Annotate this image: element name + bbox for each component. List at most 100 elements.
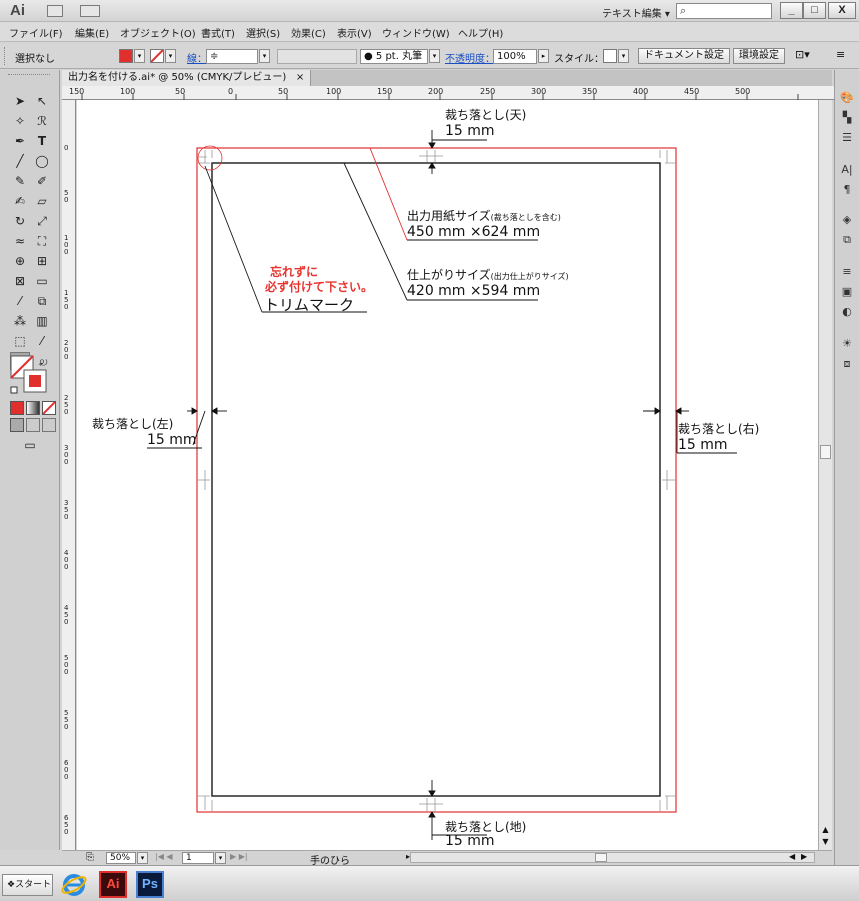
menu-window[interactable]: ウィンドウ(W) xyxy=(382,25,450,40)
color-mode-icon[interactable] xyxy=(10,401,24,415)
opacity-field[interactable]: 100% xyxy=(493,49,537,64)
stroke-label[interactable]: 線： xyxy=(187,50,207,65)
artboard-tool-icon[interactable]: ⬚ xyxy=(10,332,30,350)
zoom-dropdown[interactable]: ▾ xyxy=(137,852,148,864)
scale-tool-icon[interactable]: ⤢ xyxy=(32,212,52,230)
maximize-button[interactable]: □ xyxy=(803,2,826,19)
artboard-number-field[interactable]: 1 xyxy=(182,852,214,864)
zoom-field[interactable]: 50% xyxy=(106,852,136,864)
internet-explorer-icon[interactable] xyxy=(60,871,88,898)
selection-tool-icon[interactable]: ➤ xyxy=(10,92,30,110)
style-dropdown[interactable]: ▾ xyxy=(618,49,629,63)
graphic-styles-panel-icon[interactable]: ⧈ xyxy=(839,356,855,372)
menu-edit[interactable]: 編集(E) xyxy=(75,25,109,40)
gradient-mode-icon[interactable] xyxy=(26,401,40,415)
scroll-left-icon[interactable]: ◀ xyxy=(789,852,795,861)
workspace-switcher[interactable]: テキスト編集 ▾ xyxy=(602,5,670,20)
photoshop-taskbar-button[interactable]: Ps xyxy=(136,871,164,898)
artboard-canvas[interactable]: 裁ち落とし(天) 15 mm 出力用紙サイズ(裁ち落としを含む) 450 mm … xyxy=(77,100,818,850)
preferences-button[interactable]: 環境設定 xyxy=(733,48,785,64)
menu-file[interactable]: ファイル(F) xyxy=(9,25,63,40)
arrange-documents-icon[interactable] xyxy=(80,5,100,17)
help-search-input[interactable]: ⌕ xyxy=(676,3,772,19)
menu-select[interactable]: 選択(S) xyxy=(246,25,280,40)
horizontal-scrollbar[interactable]: ◀ ▶ xyxy=(410,852,815,863)
menu-object[interactable]: オブジェクト(O) xyxy=(120,25,196,40)
swatches-panel-icon[interactable]: ▚ xyxy=(839,110,855,126)
panel-menu-icon[interactable]: ≡ xyxy=(836,48,845,62)
slice-tool-icon[interactable]: ⁄ xyxy=(32,332,52,350)
ellipse-tool-icon[interactable]: ◯ xyxy=(32,152,52,170)
direct-selection-tool-icon[interactable]: ↖ xyxy=(32,92,52,110)
align-icon[interactable]: ⊡▾ xyxy=(795,48,810,62)
scroll-up-icon[interactable]: ▲ xyxy=(820,825,831,835)
color-panel-icon[interactable]: 🎨 xyxy=(839,90,855,106)
horizontal-ruler[interactable]: 150 100 50 0 50 100 150 200 250 300 350 … xyxy=(62,86,834,100)
illustrator-taskbar-button[interactable]: Ai xyxy=(99,871,127,898)
shape-builder-tool-icon[interactable]: ⊕ xyxy=(10,252,30,270)
paragraph-panel-icon[interactable]: ¶ xyxy=(839,182,855,198)
none-mode-icon[interactable] xyxy=(42,401,56,415)
transparency-panel-icon[interactable]: ◐ xyxy=(839,304,855,320)
column-graph-tool-icon[interactable]: ▥ xyxy=(32,312,52,330)
next-artboard-icon[interactable]: ▶ ▶| xyxy=(230,852,248,861)
pencil-tool-icon[interactable]: ✐ xyxy=(32,172,52,190)
vertical-ruler[interactable]: 0 50 100 150 200 250 300 350 400 450 500… xyxy=(62,100,76,850)
minimize-button[interactable]: _ xyxy=(780,2,803,19)
rotate-tool-icon[interactable]: ↻ xyxy=(10,212,30,230)
artboard-dropdown[interactable]: ▾ xyxy=(215,852,226,864)
opacity-dropdown[interactable]: ▸ xyxy=(538,49,549,63)
blend-tool-icon[interactable]: ⧉ xyxy=(32,292,52,310)
document-setup-button[interactable]: ドキュメント設定 xyxy=(638,48,730,64)
draw-normal-icon[interactable] xyxy=(10,418,24,432)
magic-wand-tool-icon[interactable]: ✧ xyxy=(10,112,30,130)
eraser-tool-icon[interactable]: ▱ xyxy=(32,192,52,210)
vertical-scrollbar[interactable]: ▲ ▼ xyxy=(818,100,832,850)
line-tool-icon[interactable]: ╱ xyxy=(10,152,30,170)
type-tool-icon[interactable]: T xyxy=(32,132,52,150)
status-doc-icon[interactable]: ⎘ xyxy=(86,852,94,863)
screen-mode-icon[interactable]: ▭ xyxy=(20,436,40,454)
first-artboard-icon[interactable]: |◀ ◀ xyxy=(155,852,173,861)
warp-tool-icon[interactable]: ≈ xyxy=(10,232,30,250)
menu-help[interactable]: ヘルプ(H) xyxy=(458,25,503,40)
close-button[interactable]: X xyxy=(828,2,856,19)
document-tab[interactable]: 出力名を付ける.ai* @ 50% (CMYK/プレビュー) × xyxy=(62,70,312,86)
eyedropper-tool-icon[interactable]: ⁄ xyxy=(10,292,30,310)
symbol-sprayer-tool-icon[interactable]: ⁂ xyxy=(10,312,30,330)
stroke-weight-field[interactable]: ≑ xyxy=(206,49,258,64)
graphic-style-swatch[interactable] xyxy=(603,49,617,63)
stroke-panel-icon[interactable]: ≡ xyxy=(839,264,855,280)
fill-swatch[interactable] xyxy=(119,49,133,63)
free-transform-tool-icon[interactable]: ⛶ xyxy=(32,232,52,250)
scroll-down-icon[interactable]: ▼ xyxy=(820,837,831,847)
stroke-weight-dropdown[interactable]: ▾ xyxy=(259,49,270,63)
fill-dropdown[interactable]: ▾ xyxy=(134,49,145,63)
variable-width-profile[interactable] xyxy=(277,49,357,64)
pen-tool-icon[interactable]: ✒ xyxy=(10,132,30,150)
appearance-panel-icon[interactable]: ☀ xyxy=(839,336,855,352)
lasso-tool-icon[interactable]: ℛ xyxy=(32,112,52,130)
brush-dropdown[interactable]: ▾ xyxy=(429,49,440,63)
artboards-panel-icon[interactable]: ⧉ xyxy=(839,232,855,248)
gradient-tool-icon[interactable]: ▭ xyxy=(32,272,52,290)
horizontal-scroll-thumb[interactable] xyxy=(595,853,607,862)
vertical-scroll-thumb[interactable] xyxy=(820,445,831,459)
menu-effect[interactable]: 効果(C) xyxy=(291,25,326,40)
draw-inside-icon[interactable] xyxy=(42,418,56,432)
blob-brush-tool-icon[interactable]: ✍ xyxy=(10,192,30,210)
brush-definition[interactable]: ● 5 pt. 丸筆 xyxy=(360,49,428,64)
stroke-dropdown[interactable]: ▾ xyxy=(165,49,176,63)
bridge-icon[interactable] xyxy=(47,5,63,17)
perspective-grid-tool-icon[interactable]: ⊞ xyxy=(32,252,52,270)
opacity-label[interactable]: 不透明度： xyxy=(445,50,495,65)
scroll-right-icon[interactable]: ▶ xyxy=(801,852,807,861)
menu-view[interactable]: 表示(V) xyxy=(337,25,372,40)
layers-panel-icon[interactable]: ◈ xyxy=(839,212,855,228)
brushes-panel-icon[interactable]: ☰ xyxy=(839,130,855,146)
mesh-tool-icon[interactable]: ⊠ xyxy=(10,272,30,290)
start-button[interactable]: ❖スタート xyxy=(2,874,53,896)
fill-stroke-widget[interactable]: ⤾ xyxy=(10,354,50,402)
tab-close-icon[interactable]: × xyxy=(296,72,304,83)
paintbrush-tool-icon[interactable]: ✎ xyxy=(10,172,30,190)
